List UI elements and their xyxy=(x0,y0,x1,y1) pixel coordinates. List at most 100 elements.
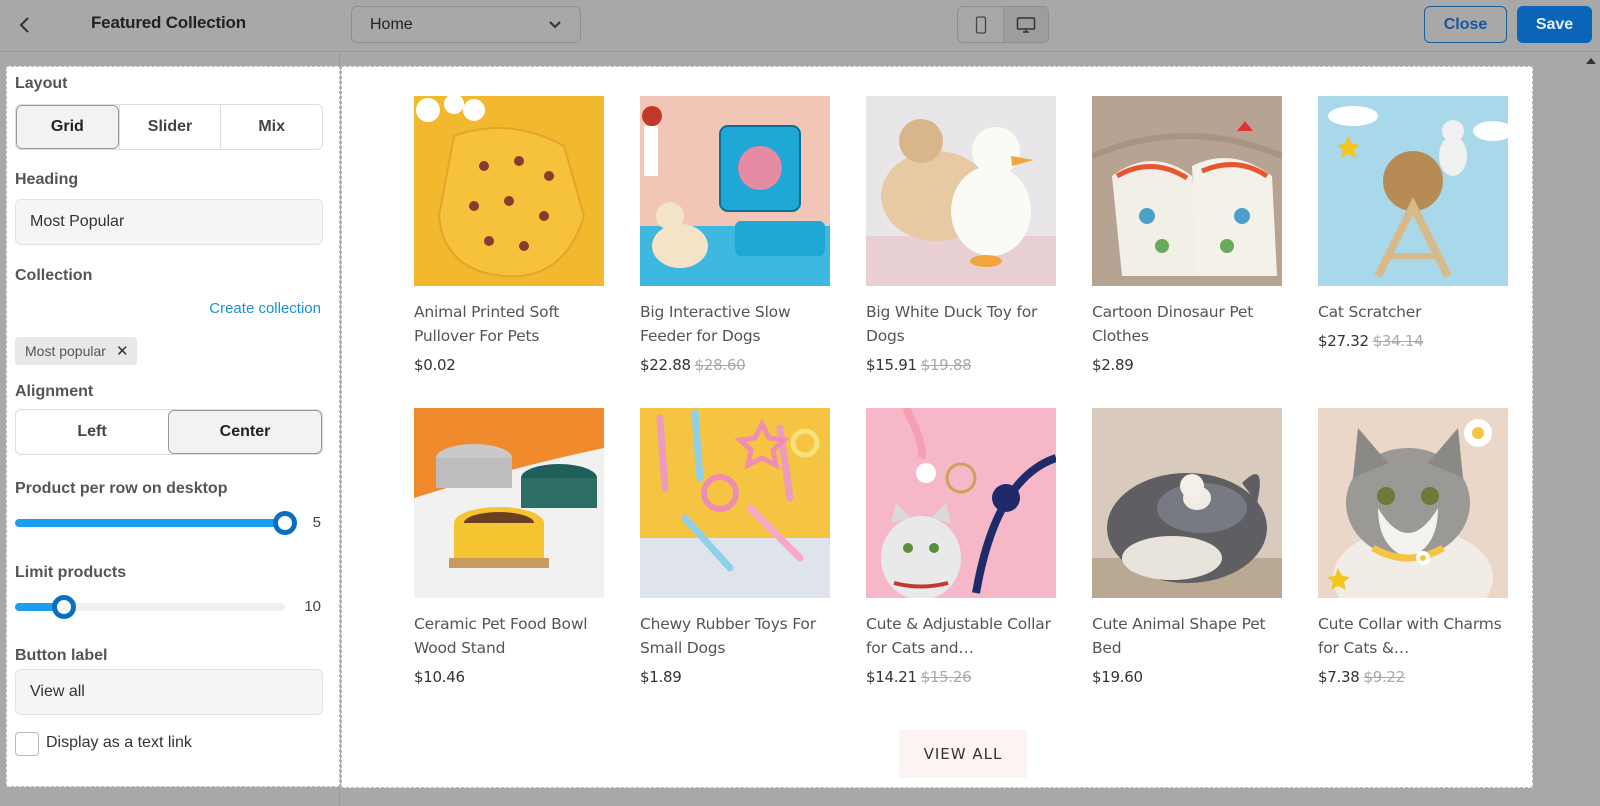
product-price: $1.89 xyxy=(640,668,830,686)
current-price: $27.32 xyxy=(1318,332,1369,350)
product-image xyxy=(640,96,830,286)
product-name: Cute & Adjustable Collar for Cats and… xyxy=(866,615,1051,657)
create-collection-link[interactable]: Create collection xyxy=(209,300,321,317)
remove-chip-icon[interactable]: ✕ xyxy=(116,342,129,360)
limit-label: Limit products xyxy=(15,564,127,581)
page-select[interactable]: Home xyxy=(351,6,581,43)
per-row-value: 5 xyxy=(312,514,321,531)
text-link-checkbox[interactable] xyxy=(15,732,39,756)
product-card[interactable]: Cute Collar with Charms for Cats &… $7.3… xyxy=(1318,408,1508,720)
desktop-view-button[interactable] xyxy=(1003,7,1048,42)
page-select-value: Home xyxy=(370,15,413,33)
product-name: Animal Printed Soft Pullover For Pets xyxy=(414,303,560,345)
chevron-left-icon xyxy=(19,17,29,33)
page-title: Featured Collection xyxy=(91,13,246,32)
product-price: $14.21 $15.26 xyxy=(866,668,1056,686)
product-price: $22.88 $28.60 xyxy=(640,356,830,374)
product-image xyxy=(866,408,1056,598)
save-button[interactable]: Save xyxy=(1517,6,1592,43)
product-name: Big Interactive Slow Feeder for Dogs xyxy=(640,303,791,345)
product-name: Cute Collar with Charms for Cats &… xyxy=(1318,615,1502,657)
button-label-label: Button label xyxy=(15,647,108,664)
collection-label: Collection xyxy=(15,267,93,284)
layout-slider-option[interactable]: Slider xyxy=(118,105,221,149)
product-card[interactable]: Cat Scratcher $27.32 $34.14 xyxy=(1318,96,1508,408)
limit-slider[interactable] xyxy=(15,595,285,619)
product-image xyxy=(1092,408,1282,598)
layout-mix-option[interactable]: Mix xyxy=(220,105,322,149)
product-name: Chewy Rubber Toys For Small Dogs xyxy=(640,615,816,657)
settings-sidebar: Layout Grid Slider Mix Heading Collectio… xyxy=(0,53,340,806)
compare-price: $15.26 xyxy=(920,668,972,686)
product-image xyxy=(1318,96,1508,286)
alignment-left-option[interactable]: Left xyxy=(16,410,168,454)
per-row-slider[interactable] xyxy=(15,511,297,535)
close-button[interactable]: Close xyxy=(1424,6,1507,43)
product-image xyxy=(1092,96,1282,286)
product-price: $0.02 xyxy=(414,356,604,374)
per-row-slider-thumb[interactable] xyxy=(273,511,297,535)
compare-price: $19.88 xyxy=(920,356,972,374)
product-card[interactable]: Big Interactive Slow Feeder for Dogs $22… xyxy=(640,96,830,408)
preview-scrollbar[interactable] xyxy=(1581,53,1600,806)
product-price: $19.60 xyxy=(1092,668,1282,686)
product-price: $27.32 $34.14 xyxy=(1318,332,1508,350)
product-name: Cute Animal Shape Pet Bed xyxy=(1092,615,1266,657)
product-card[interactable]: Cute Animal Shape Pet Bed $19.60 xyxy=(1092,408,1282,720)
product-image xyxy=(414,408,604,598)
current-price: $10.46 xyxy=(414,668,465,686)
collection-chip: Most popular ✕ xyxy=(15,337,137,365)
mobile-view-button[interactable] xyxy=(958,7,1003,42)
product-card[interactable]: Big White Duck Toy for Dogs $15.91 $19.88 xyxy=(866,96,1056,408)
current-price: $7.38 xyxy=(1318,668,1360,686)
current-price: $2.89 xyxy=(1092,356,1134,374)
per-row-slider-fill xyxy=(15,519,285,527)
featured-collection-preview: Animal Printed Soft Pullover For Pets $0… xyxy=(341,66,1533,788)
product-price: $10.46 xyxy=(414,668,604,686)
product-grid: Animal Printed Soft Pullover For Pets $0… xyxy=(414,96,1508,720)
limit-value: 10 xyxy=(304,598,321,615)
product-image xyxy=(414,96,604,286)
product-image xyxy=(866,96,1056,286)
product-price: $7.38 $9.22 xyxy=(1318,668,1508,686)
current-price: $15.91 xyxy=(866,356,917,374)
product-name: Cartoon Dinosaur Pet Clothes xyxy=(1092,303,1254,345)
top-bar: Featured Collection Home Close Save xyxy=(0,0,1600,52)
settings-panel: Layout Grid Slider Mix Heading Collectio… xyxy=(6,66,340,787)
view-all-button[interactable]: VIEW ALL xyxy=(899,730,1027,778)
product-price: $2.89 xyxy=(1092,356,1282,374)
alignment-label: Alignment xyxy=(15,383,94,400)
current-price: $14.21 xyxy=(866,668,917,686)
product-name: Ceramic Pet Food Bowl Wood Stand xyxy=(414,615,588,657)
desktop-icon xyxy=(1016,16,1036,33)
product-name: Big White Duck Toy for Dogs xyxy=(866,303,1038,345)
alignment-center-option[interactable]: Center xyxy=(168,410,322,454)
current-price: $1.89 xyxy=(640,668,682,686)
mobile-icon xyxy=(975,15,986,34)
product-image xyxy=(1318,408,1508,598)
chevron-down-icon xyxy=(549,20,561,28)
layout-label: Layout xyxy=(15,75,68,92)
heading-input[interactable] xyxy=(15,199,323,245)
heading-label: Heading xyxy=(15,171,79,188)
product-image xyxy=(640,408,830,598)
current-price: $22.88 xyxy=(640,356,691,374)
product-card[interactable]: Cute & Adjustable Collar for Cats and… $… xyxy=(866,408,1056,720)
compare-price: $9.22 xyxy=(1363,668,1405,686)
product-price: $15.91 $19.88 xyxy=(866,356,1056,374)
product-card[interactable]: Chewy Rubber Toys For Small Dogs $1.89 xyxy=(640,408,830,720)
current-price: $0.02 xyxy=(414,356,456,374)
limit-slider-thumb[interactable] xyxy=(51,595,76,619)
compare-price: $34.14 xyxy=(1372,332,1424,350)
back-button[interactable] xyxy=(12,12,38,38)
alignment-segmented-control: Left Center xyxy=(15,409,323,455)
product-card[interactable]: Animal Printed Soft Pullover For Pets $0… xyxy=(414,96,604,408)
product-card[interactable]: Ceramic Pet Food Bowl Wood Stand $10.46 xyxy=(414,408,604,720)
button-label-input[interactable] xyxy=(15,669,323,715)
collection-chip-label: Most popular xyxy=(25,343,106,359)
text-link-label: Display as a text link xyxy=(46,734,192,751)
scroll-up-icon[interactable] xyxy=(1586,58,1596,64)
product-card[interactable]: Cartoon Dinosaur Pet Clothes $2.89 xyxy=(1092,96,1282,408)
layout-grid-option[interactable]: Grid xyxy=(16,105,119,149)
per-row-label: Product per row on desktop xyxy=(15,480,228,497)
